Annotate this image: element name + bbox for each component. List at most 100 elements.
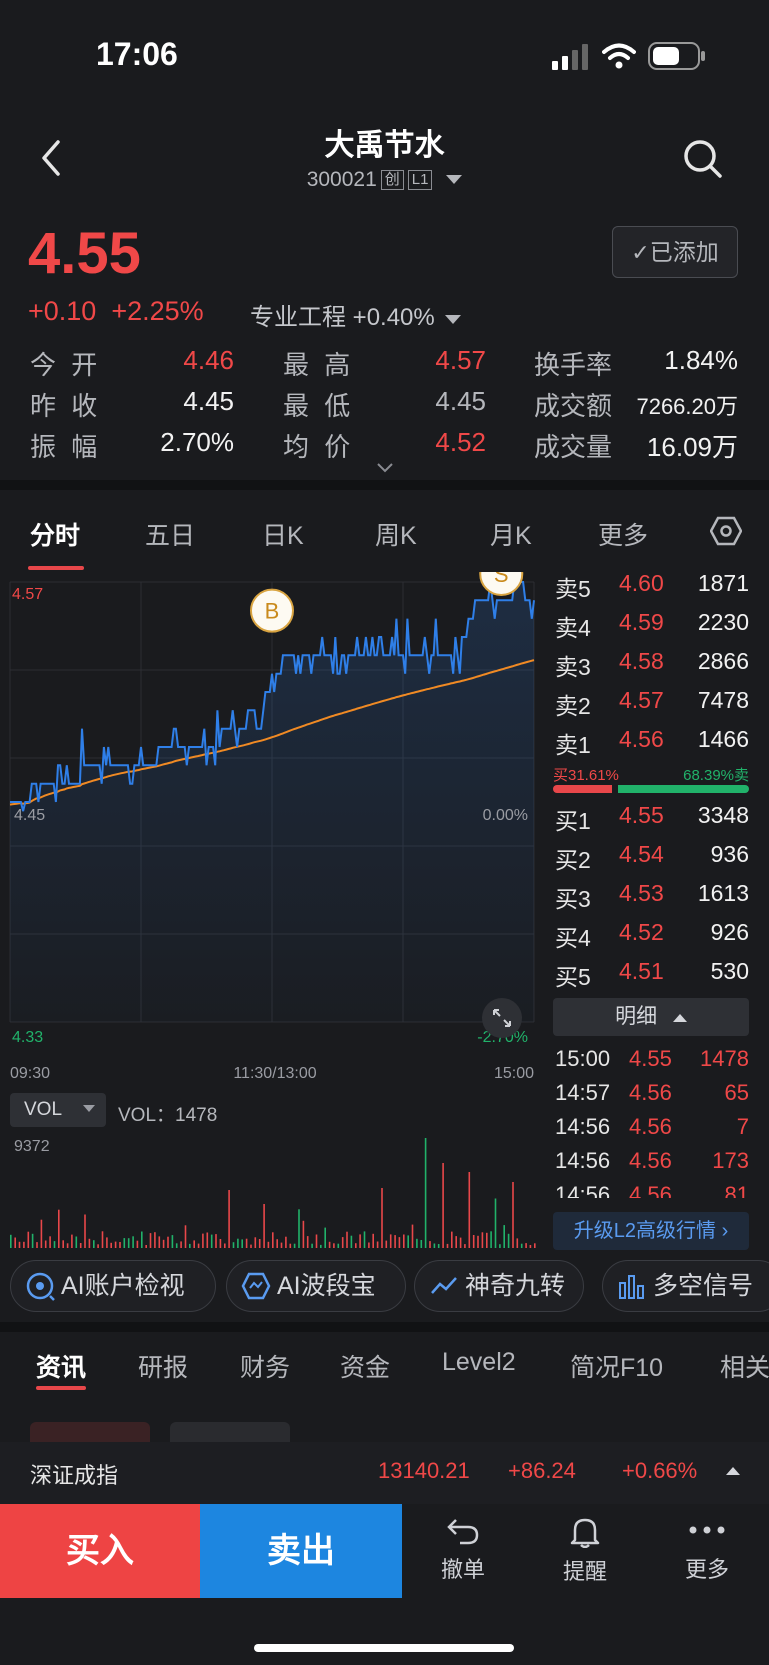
volume-bar bbox=[110, 1242, 112, 1248]
ask-row[interactable]: 卖2 4.57 7478 bbox=[553, 687, 749, 719]
tab-weekly-k[interactable]: 周K bbox=[375, 516, 417, 552]
tab-funds[interactable]: 资金 bbox=[340, 1348, 390, 1384]
ask-row[interactable]: 卖3 4.58 2866 bbox=[553, 648, 749, 680]
tab-f10[interactable]: 简况F10 bbox=[570, 1348, 663, 1384]
volume-bar bbox=[503, 1225, 505, 1248]
indicator-select[interactable]: VOL bbox=[10, 1093, 106, 1127]
news-filter-chip[interactable] bbox=[170, 1422, 290, 1442]
chip-long-short[interactable]: 多空信号 bbox=[602, 1260, 769, 1312]
volume-bar bbox=[494, 1198, 497, 1248]
stat-amplitude: 2.70% bbox=[160, 427, 234, 457]
sell-button[interactable]: 卖出 bbox=[200, 1504, 402, 1598]
tab-finance[interactable]: 财务 bbox=[240, 1348, 290, 1384]
ask-row[interactable]: 卖4 4.59 2230 bbox=[553, 609, 749, 641]
volume-bar bbox=[477, 1235, 479, 1248]
stat-low: 4.45 bbox=[435, 386, 486, 416]
volume-bar bbox=[472, 1235, 475, 1248]
chip-magic-nine[interactable]: 神奇九转 bbox=[414, 1260, 584, 1312]
volume-bar bbox=[267, 1241, 270, 1248]
tab-research[interactable]: 研报 bbox=[138, 1348, 188, 1384]
volume-bar bbox=[258, 1239, 261, 1248]
volume-bar bbox=[263, 1204, 265, 1248]
tab-level2[interactable]: Level2 bbox=[442, 1348, 516, 1377]
volume-bar bbox=[306, 1236, 309, 1248]
intraday-chart[interactable]: BS 4.57 4.45 4.33 0.00% -2.70% 09:30 11:… bbox=[0, 572, 536, 1092]
bid-row[interactable]: 买3 4.53 1613 bbox=[553, 880, 749, 912]
bar-chart-icon bbox=[619, 1275, 644, 1299]
alert-button[interactable]: 提醒 bbox=[540, 1516, 630, 1586]
volume-bar bbox=[219, 1239, 222, 1248]
bid-row[interactable]: 买1 4.55 3348 bbox=[553, 802, 749, 834]
chevron-right-icon: › bbox=[721, 1220, 729, 1242]
bid-level-label: 买1 bbox=[555, 808, 591, 834]
volume-bar bbox=[250, 1244, 252, 1248]
stock-code-row[interactable]: 300021 创 L1 bbox=[0, 168, 769, 192]
settings-hexagon-icon[interactable] bbox=[710, 516, 742, 546]
tab-daily-k[interactable]: 日K bbox=[262, 516, 304, 552]
upgrade-l2-button[interactable]: 升级L2高级行情 › bbox=[553, 1212, 749, 1250]
x-axis-start-label: 09:30 bbox=[10, 1065, 50, 1082]
volume-bar bbox=[10, 1234, 12, 1248]
caret-down-icon bbox=[445, 315, 462, 324]
sector-info[interactable]: 专业工程 +0.40% bbox=[250, 297, 462, 332]
more-button[interactable]: 更多 bbox=[662, 1516, 752, 1584]
volume-bar bbox=[481, 1232, 484, 1248]
volume-bar bbox=[49, 1236, 51, 1248]
volume-bar bbox=[525, 1243, 527, 1248]
volume-bar bbox=[311, 1243, 313, 1248]
expand-chevron-icon[interactable] bbox=[376, 462, 394, 474]
news-filter-chip[interactable] bbox=[30, 1422, 150, 1442]
tab-monthly-k[interactable]: 月K bbox=[490, 516, 532, 552]
chip-ai-wave[interactable]: AI波段宝 bbox=[226, 1260, 406, 1312]
stat-average: 4.52 bbox=[435, 427, 486, 457]
buy-button[interactable]: 买入 bbox=[0, 1504, 200, 1598]
detail-toggle-button[interactable]: 明细 bbox=[553, 998, 749, 1036]
search-icon[interactable] bbox=[682, 138, 724, 180]
volume-bar bbox=[534, 1243, 536, 1248]
tab-intraday[interactable]: 分时 bbox=[30, 516, 80, 552]
tab-five-day[interactable]: 五日 bbox=[145, 516, 195, 552]
tab-related[interactable]: 相关 bbox=[720, 1348, 769, 1384]
volume-bar bbox=[337, 1243, 340, 1248]
volume-bar bbox=[228, 1190, 230, 1248]
tick-list[interactable]: 15:00 4.55 1478 14:57 4.56 65 14:56 4.56 7 14:56 4… bbox=[553, 1046, 749, 1198]
volume-bar bbox=[407, 1235, 409, 1248]
ask-row[interactable]: 卖5 4.60 1871 bbox=[553, 570, 749, 602]
bid-row[interactable]: 买2 4.54 936 bbox=[553, 841, 749, 873]
index-ticker-bar[interactable]: 深证成指 13140.21 +86.24 +0.66% bbox=[0, 1442, 769, 1504]
volume-bar bbox=[403, 1234, 405, 1248]
ask-level-label: 卖4 bbox=[555, 615, 591, 641]
volume-bar bbox=[381, 1188, 383, 1248]
fullscreen-icon[interactable] bbox=[482, 998, 522, 1038]
volume-bar bbox=[520, 1243, 523, 1248]
volume-value: VOL：1478 bbox=[118, 1105, 218, 1126]
cancel-order-button[interactable]: 撤单 bbox=[418, 1516, 508, 1584]
volume-bar bbox=[175, 1243, 178, 1248]
chip-label: AI波段宝 bbox=[277, 1272, 376, 1300]
added-watchlist-button[interactable]: ✓已添加 bbox=[612, 226, 738, 278]
volume-bar bbox=[446, 1243, 449, 1248]
signal-icon bbox=[552, 44, 588, 70]
bid-quantity: 530 bbox=[710, 958, 749, 984]
ask-row[interactable]: 卖1 4.56 1466 bbox=[553, 726, 749, 758]
volume-bar bbox=[136, 1240, 139, 1248]
tab-more[interactable]: 更多 bbox=[598, 516, 648, 552]
chip-ai-account[interactable]: AI账户检视 bbox=[10, 1260, 216, 1312]
volume-bar bbox=[149, 1233, 152, 1248]
volume-bar bbox=[285, 1236, 287, 1248]
volume-bar bbox=[442, 1163, 444, 1248]
bid-row[interactable]: 买4 4.52 926 bbox=[553, 919, 749, 951]
volume-bar bbox=[88, 1238, 91, 1248]
volume-bar bbox=[437, 1244, 440, 1248]
ask-quantity: 1466 bbox=[697, 726, 749, 752]
volume-bar bbox=[324, 1227, 326, 1248]
volume-bar bbox=[18, 1241, 21, 1248]
tab-news[interactable]: 资讯 bbox=[36, 1348, 86, 1384]
bid-row[interactable]: 买5 4.51 530 bbox=[553, 958, 749, 990]
volume-bar bbox=[97, 1244, 99, 1248]
tick-row: 14:56 4.56 81 bbox=[553, 1182, 749, 1198]
tick-quantity: 173 bbox=[712, 1148, 749, 1173]
tick-quantity: 81 bbox=[724, 1182, 749, 1198]
volume-bar bbox=[363, 1231, 366, 1248]
volume-bar bbox=[53, 1241, 56, 1248]
